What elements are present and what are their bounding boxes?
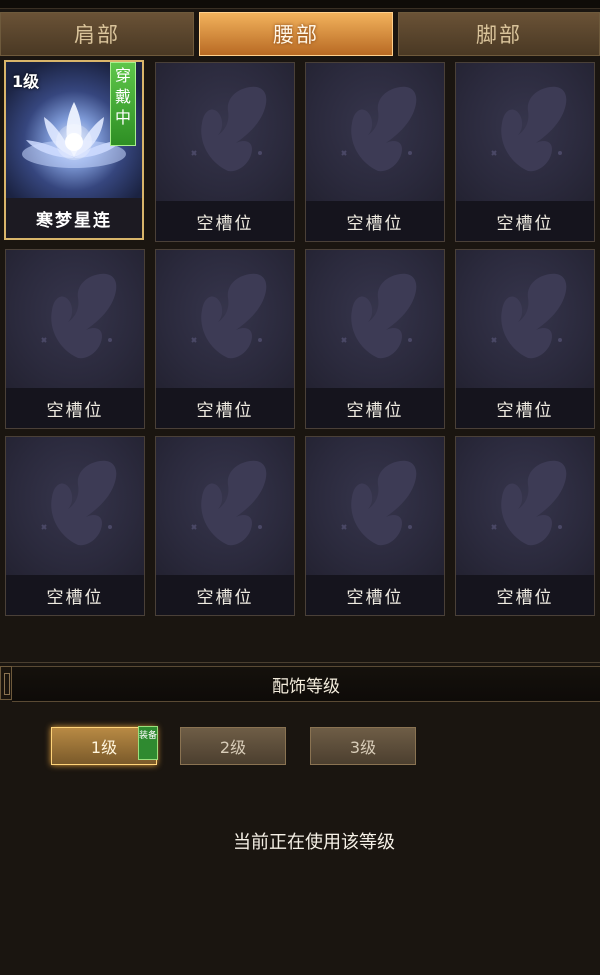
tab-feet[interactable]: 脚部 xyxy=(398,12,600,56)
slot-name: 空槽位 xyxy=(456,201,594,241)
butterfly-icon xyxy=(491,460,567,546)
level-2-button[interactable]: 2级 xyxy=(180,727,286,765)
slot-name: 空槽位 xyxy=(306,388,444,428)
slot-name: 空槽位 xyxy=(156,575,294,615)
slot-name: 空槽位 xyxy=(456,575,594,615)
section-title: 配饰等级 xyxy=(12,666,600,702)
slot-empty[interactable]: 空槽位 xyxy=(5,249,145,429)
slot-equipped[interactable]: 1级 穿戴中 寒梦星连 xyxy=(4,60,144,240)
slot-empty[interactable]: 空槽位 xyxy=(155,436,295,616)
slot-empty[interactable]: 空槽位 xyxy=(455,62,595,242)
tab-bar: 肩部 腰部 脚部 xyxy=(0,12,600,58)
status-text: 当前正在使用该等级 xyxy=(233,832,395,853)
slot-name: 空槽位 xyxy=(456,388,594,428)
equip-badge: 装备 xyxy=(138,726,158,760)
slot-name: 空槽位 xyxy=(306,201,444,241)
butterfly-icon xyxy=(191,273,267,359)
slot-empty[interactable]: 空槽位 xyxy=(155,62,295,242)
wearing-badge: 穿戴中 xyxy=(110,62,136,146)
slot-name: 空槽位 xyxy=(156,388,294,428)
accessory-grid: 1级 穿戴中 寒梦星连 空槽位 空槽位 空槽位 空槽位 空槽位 空槽位 空槽位 … xyxy=(0,60,600,620)
butterfly-icon xyxy=(341,86,417,172)
slot-name: 空槽位 xyxy=(156,201,294,241)
butterfly-icon xyxy=(41,460,117,546)
item-level: 1级 xyxy=(12,72,40,91)
tab-shoulder[interactable]: 肩部 xyxy=(0,12,194,56)
butterfly-icon xyxy=(41,273,117,359)
slot-empty[interactable]: 空槽位 xyxy=(305,249,445,429)
butterfly-icon xyxy=(191,460,267,546)
slot-name: 空槽位 xyxy=(6,388,144,428)
slot-empty[interactable]: 空槽位 xyxy=(455,249,595,429)
section-divider xyxy=(0,662,600,663)
tab-waist[interactable]: 腰部 xyxy=(199,12,393,56)
slot-empty[interactable]: 空槽位 xyxy=(305,62,445,242)
butterfly-icon xyxy=(191,86,267,172)
top-border xyxy=(0,0,600,9)
slot-empty[interactable]: 空槽位 xyxy=(5,436,145,616)
butterfly-icon xyxy=(491,273,567,359)
slot-empty[interactable]: 空槽位 xyxy=(455,436,595,616)
slot-name: 空槽位 xyxy=(6,575,144,615)
slot-empty[interactable]: 空槽位 xyxy=(305,436,445,616)
slot-name: 空槽位 xyxy=(306,575,444,615)
ornament-icon xyxy=(0,666,12,700)
slot-empty[interactable]: 空槽位 xyxy=(155,249,295,429)
level-3-button[interactable]: 3级 xyxy=(310,727,416,765)
butterfly-icon xyxy=(341,273,417,359)
slot-name: 寒梦星连 xyxy=(6,198,142,238)
butterfly-icon xyxy=(491,86,567,172)
butterfly-icon xyxy=(341,460,417,546)
